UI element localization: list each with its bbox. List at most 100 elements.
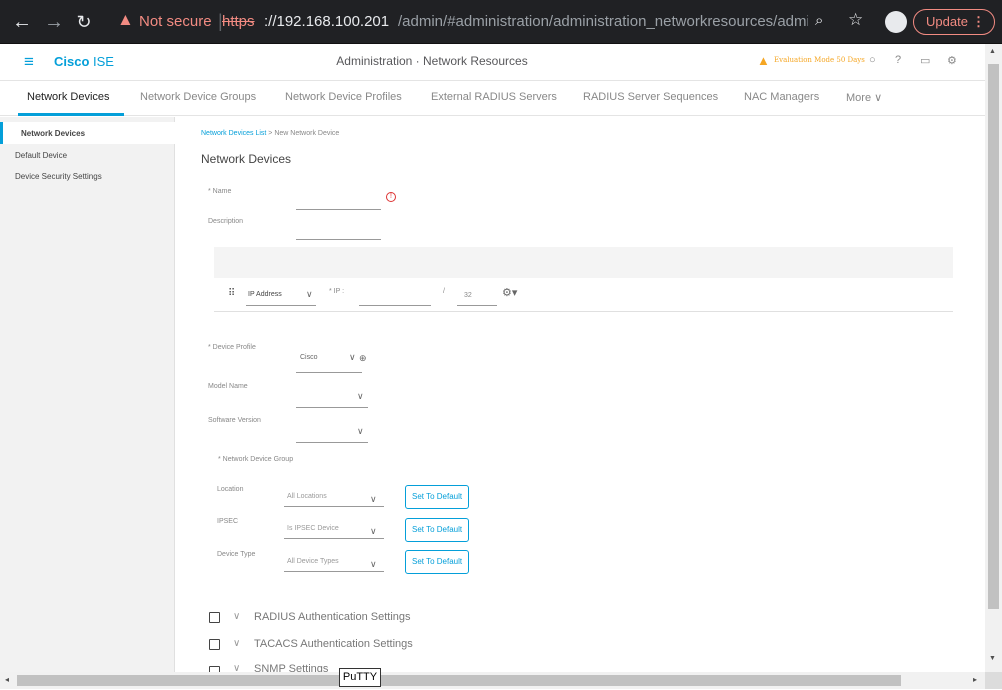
tacacs-section-label[interactable]: TACACS Authentication Settings [254, 638, 413, 650]
tacacs-checkbox[interactable] [209, 639, 220, 650]
chevron-down-icon[interactable]: ∨ [370, 494, 377, 505]
tab-network-device-groups[interactable]: Network Device Groups [140, 91, 256, 103]
warning-icon: ▲ [117, 10, 134, 29]
set-to-default-button[interactable]: Set To Default [405, 518, 470, 542]
drag-handle-icon[interactable]: ⠿ [228, 288, 235, 299]
name-label: * Name [208, 188, 232, 195]
device-type-underline [284, 571, 384, 572]
page-header-title: Administration · Network Resources [336, 54, 528, 68]
globe-icon[interactable]: ⊕ [359, 353, 367, 364]
location-underline [284, 506, 384, 507]
ip-address-row: ⠿ IP Address ∨ * IP : / 32 ⚙▾ [214, 278, 953, 312]
chevron-down-icon[interactable]: ∨ [233, 611, 240, 622]
chevron-down-icon[interactable]: ∨ [349, 352, 356, 363]
snmp-section-label[interactable]: SNMP Settings [254, 663, 328, 672]
subnet-mask-input[interactable]: 32 [464, 292, 472, 299]
set-to-default-button[interactable]: Set To Default [405, 550, 470, 574]
warning-icon: ▲ [757, 53, 770, 68]
chevron-down-icon[interactable]: ∨ [357, 391, 364, 402]
ipsec-select[interactable]: Is IPSEC Device [287, 525, 339, 532]
sidebar: Network Devices Default Device Device Se… [0, 117, 175, 672]
security-label[interactable]: Not secure [139, 13, 212, 30]
device-profile-label: * Device Profile [208, 344, 256, 351]
url-path: /admin/#administration/administration_ne… [398, 13, 808, 30]
app-header: ≡ Cisco ISE Administration · Network Res… [0, 44, 985, 81]
breadcrumb-current: New Network Device [274, 130, 340, 137]
scrollbar-thumb[interactable] [988, 64, 999, 609]
sidebar-item-device-security-settings[interactable]: Device Security Settings [0, 165, 175, 187]
update-button[interactable]: Update ⋮ [913, 9, 995, 35]
ip-type-select[interactable]: IP Address [248, 291, 282, 298]
browser-toolbar: ← → ↻ ▲ Not secure | https ://192.168.10… [0, 0, 1002, 44]
ipsec-label: IPSEC [217, 518, 239, 525]
ip-slash: / [443, 288, 445, 295]
ip-input[interactable] [359, 305, 431, 306]
dashboard-icon[interactable]: ▭ [920, 54, 930, 67]
url-scheme: https [222, 13, 255, 30]
back-icon[interactable]: ← [10, 10, 34, 34]
tab-external-radius-servers[interactable]: External RADIUS Servers [431, 91, 557, 103]
sidebar-item-network-devices[interactable]: Network Devices [0, 122, 175, 144]
forward-icon[interactable]: → [42, 10, 66, 34]
ip-table-header [214, 247, 953, 278]
tab-radius-server-sequences[interactable]: RADIUS Server Sequences [583, 91, 718, 103]
model-name-label: Model Name [208, 383, 248, 390]
ipsec-underline [284, 538, 384, 539]
ip-label: * IP : [329, 288, 345, 295]
tab-network-devices[interactable]: Network Devices [27, 91, 110, 103]
scroll-right-icon[interactable]: ▸ [973, 675, 977, 684]
device-profile-select[interactable]: Cisco [300, 354, 318, 361]
device-type-label: Device Type [217, 551, 256, 558]
chevron-down-icon[interactable]: ∨ [357, 426, 364, 437]
error-icon: ! [386, 192, 396, 202]
bookmark-star-icon[interactable]: ☆ [848, 10, 863, 30]
model-name-select[interactable] [296, 407, 368, 408]
scrollbar-thumb[interactable] [17, 675, 901, 686]
software-version-select[interactable] [296, 442, 368, 443]
address-bar[interactable]: ▲ Not secure | https ://192.168.100.201 … [107, 8, 877, 36]
search-icon[interactable]: ○ [869, 54, 876, 66]
page-title: Network Devices [201, 152, 292, 166]
scroll-down-icon[interactable]: ▼ [989, 655, 996, 662]
profile-avatar[interactable] [885, 11, 907, 33]
active-tab-indicator [18, 113, 124, 116]
chevron-down-icon[interactable]: ∨ [370, 559, 377, 570]
tab-network-device-profiles[interactable]: Network Device Profiles [285, 91, 402, 103]
scroll-up-icon[interactable]: ▲ [989, 48, 996, 55]
horizontal-scrollbar[interactable]: ◂ ▸ [0, 672, 985, 689]
mask-underline [457, 305, 497, 306]
radius-section-label[interactable]: RADIUS Authentication Settings [254, 611, 411, 623]
reload-icon[interactable]: ↻ [72, 10, 96, 34]
main-content: Network Devices List > New Network Devic… [176, 117, 985, 672]
url-host: ://192.168.100.201 [264, 13, 390, 30]
chevron-down-icon[interactable]: ∨ [233, 638, 240, 649]
search-icon[interactable]: ⌕ [815, 12, 823, 29]
location-select[interactable]: All Locations [287, 493, 327, 500]
device-profile-underline [296, 372, 362, 373]
tab-more[interactable]: More ∨ [846, 91, 882, 104]
device-type-select[interactable]: All Device Types [287, 558, 339, 565]
scrollbar-corner [985, 672, 1002, 689]
tab-nac-managers[interactable]: NAC Managers [744, 91, 819, 103]
tab-bar: Network Devices Network Device Groups Ne… [0, 81, 985, 116]
gear-icon[interactable]: ⚙▾ [502, 286, 517, 299]
radius-checkbox[interactable] [209, 612, 220, 623]
sidebar-item-default-device[interactable]: Default Device [0, 144, 175, 166]
chevron-down-icon[interactable]: ∨ [306, 289, 313, 300]
menu-dots-icon: ⋮ [972, 14, 985, 29]
taskbar-tooltip: PuTTY [339, 668, 381, 687]
network-device-group-label: * Network Device Group [218, 456, 294, 463]
chevron-down-icon[interactable]: ∨ [370, 526, 377, 537]
help-icon[interactable]: ? [895, 54, 901, 66]
name-input[interactable] [296, 209, 381, 210]
scroll-left-icon[interactable]: ◂ [5, 675, 9, 684]
vertical-scrollbar[interactable]: ▲ ▼ [985, 44, 1002, 672]
chevron-down-icon[interactable]: ∨ [233, 663, 240, 672]
gear-icon[interactable]: ⚙ [947, 54, 957, 67]
breadcrumb: Network Devices List > New Network Devic… [201, 130, 339, 137]
description-input[interactable] [296, 239, 381, 240]
evaluation-badge[interactable]: Evaluation Mode 50 Days [774, 56, 865, 64]
set-to-default-button[interactable]: Set To Default [405, 485, 470, 509]
software-version-label: Software Version [208, 417, 261, 424]
breadcrumb-link[interactable]: Network Devices List [201, 130, 266, 137]
